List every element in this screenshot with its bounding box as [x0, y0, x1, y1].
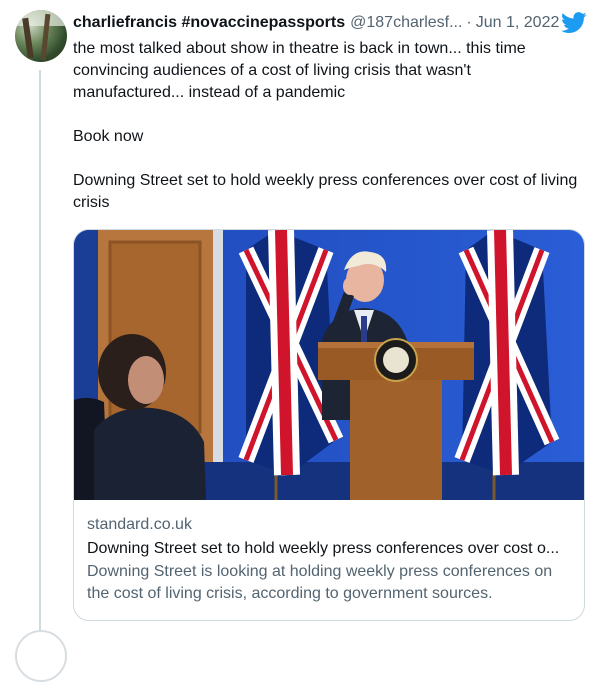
twitter-bird-icon[interactable]	[561, 12, 587, 34]
link-card-description[interactable]: Downing Street is looking at holding wee…	[87, 561, 577, 605]
tweet-paragraph: the most talked about show in theatre is…	[73, 40, 526, 101]
link-card-image[interactable]	[74, 230, 585, 500]
tweet-paragraph: Downing Street set to hold weekly press …	[73, 172, 578, 211]
separator-dot: ·	[466, 14, 472, 31]
author-handle[interactable]: @187charlesf...	[350, 14, 462, 32]
author-name[interactable]: charliefrancis #novaccinepassports	[73, 14, 345, 32]
link-card-title[interactable]: Downing Street set to hold weekly press …	[87, 538, 577, 560]
avatar[interactable]	[15, 10, 67, 62]
link-card-meta: standard.co.uk Downing Street set to hol…	[87, 514, 577, 605]
tweet-paragraph: Book now	[73, 128, 144, 145]
thread-line	[39, 70, 41, 637]
next-tweet-avatar[interactable]	[15, 630, 67, 682]
link-card[interactable]: standard.co.uk Downing Street set to hol…	[73, 229, 585, 621]
link-card-domain[interactable]: standard.co.uk	[87, 514, 577, 536]
tweet-date[interactable]: Jun 1, 2022	[476, 14, 560, 32]
tweet-text: the most talked about show in theatre is…	[73, 38, 583, 214]
tweet-header: charliefrancis #novaccinepassports @187c…	[73, 12, 593, 34]
